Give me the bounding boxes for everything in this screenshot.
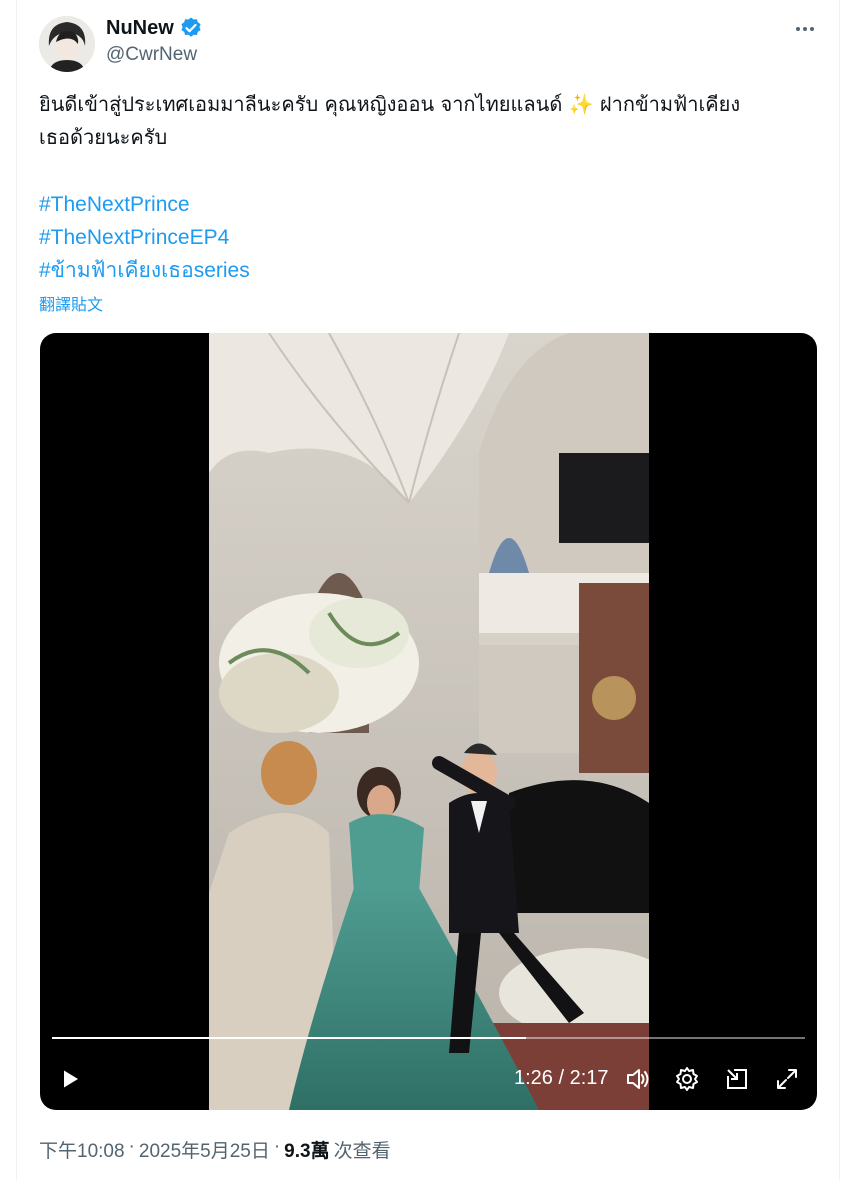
views-label: 次查看 [333, 1141, 391, 1162]
settings-icon[interactable] [671, 1063, 703, 1095]
author-handle[interactable]: @CwrNew [106, 44, 197, 66]
meta-separator: · [273, 1136, 281, 1157]
play-icon[interactable] [54, 1063, 86, 1095]
post-text: ยินดีเข้าสู่ประเทศเอมมาลีนะครับ คุณหญิงอ… [39, 88, 819, 154]
hashtag-link[interactable]: #ข้ามฟ้าเคียงเธอseries [39, 254, 250, 287]
post-text-line-1: ยินดีเข้าสู่ประเทศเอมมาลีนะครับ คุณหญิงอ… [39, 92, 741, 116]
author-row: NuNew [106, 16, 203, 40]
hashtag-link[interactable]: #TheNextPrinceEP4 [39, 221, 250, 254]
video-time-display: 1:26 / 2:17 [514, 1067, 609, 1089]
hashtag-link[interactable]: #TheNextPrince [39, 188, 250, 221]
verified-badge-icon [179, 16, 203, 40]
post-date[interactable]: 2025年5月25日 [139, 1136, 270, 1163]
more-icon[interactable] [790, 16, 820, 42]
views-count: 9.3萬 [284, 1141, 330, 1162]
avatar[interactable] [39, 16, 95, 72]
display-name[interactable]: NuNew [106, 17, 174, 40]
video-frame [209, 333, 649, 1110]
fullscreen-icon[interactable] [771, 1063, 803, 1095]
video-progress-bar[interactable] [52, 1037, 805, 1039]
video-player[interactable]: 1:26 / 2:17 [40, 333, 817, 1110]
pip-icon[interactable] [721, 1063, 753, 1095]
video-progress-fill [52, 1037, 527, 1039]
hashtag-list: #TheNextPrince #TheNextPrinceEP4 #ข้ามฟ้… [39, 188, 250, 287]
translate-post-link[interactable]: 翻譯貼文 [39, 291, 103, 315]
post-time[interactable]: 下午10:08 [39, 1136, 125, 1163]
post-meta: 下午10:08 · 2025年5月25日 · 9.3萬 次查看 [39, 1136, 391, 1163]
post-text-line-2: เธอด้วยนะครับ [39, 125, 168, 149]
meta-separator: · [128, 1136, 135, 1157]
volume-icon[interactable] [622, 1063, 654, 1095]
